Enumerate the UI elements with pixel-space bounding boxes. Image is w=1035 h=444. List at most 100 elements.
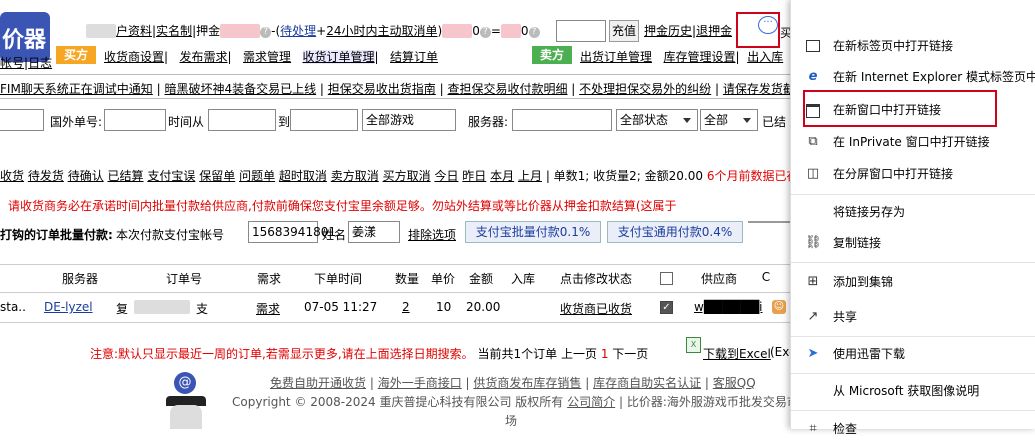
- extra-button[interactable]: [748, 221, 790, 223]
- realname-link[interactable]: 实名制: [156, 24, 192, 38]
- menu-inspect[interactable]: ⌗ 检查: [791, 414, 1035, 444]
- notice-link[interactable]: FIM聊天系统正在调试中通知: [0, 82, 153, 96]
- notice-link[interactable]: 暗黑破坏神4装备交易已上线: [164, 82, 316, 96]
- col-header: 供应商: [700, 272, 737, 286]
- tab-receive[interactable]: 收货: [0, 169, 24, 183]
- help-icon[interactable]: ?: [528, 27, 540, 38]
- nav-receive-orders[interactable]: 收货订单管理: [302, 50, 375, 64]
- notice-link[interactable]: 不处理担保交易外的纠纷: [579, 82, 711, 96]
- tab-pending-confirm[interactable]: 待确认: [68, 169, 104, 183]
- game-select[interactable]: 全部游戏: [362, 109, 456, 131]
- tab-yesterday[interactable]: 昨日: [462, 169, 486, 183]
- footer-links: 免费自助开通收货 | 海外一手商接口 | 供货商发布库存销售 | 库存商自助实名…: [270, 376, 756, 390]
- cell-time: 07-05 11:27: [304, 300, 378, 314]
- company-intro-link[interactable]: 公司简介: [567, 395, 615, 409]
- status-select[interactable]: 全部状态: [616, 109, 698, 131]
- col-header: 数量: [394, 272, 419, 286]
- seller-nav: 出货订单管理 库存管理设置| 出入库: [580, 50, 784, 64]
- next-page-link[interactable]: 下一页: [612, 347, 648, 361]
- notice-link[interactable]: 查担保交易收付款明细: [447, 82, 567, 96]
- menu-save-link-as[interactable]: 将链接另存为: [791, 197, 1035, 227]
- cell-status[interactable]: 收货商已收货: [560, 300, 632, 317]
- nav-stock-io[interactable]: 出入库: [747, 50, 783, 64]
- notice-link[interactable]: 担保交易收出货指南: [328, 82, 436, 96]
- charge-button[interactable]: 充值: [609, 20, 639, 42]
- tab-pending-ship[interactable]: 待发货: [28, 169, 64, 183]
- nav-receiver-settings[interactable]: 收货商设置: [104, 50, 164, 64]
- name-input[interactable]: 姜漾: [348, 221, 400, 243]
- deposit-history-link[interactable]: 押金历史: [644, 24, 692, 38]
- footer-link[interactable]: 客服QQ: [713, 376, 756, 390]
- tab-timeout-cancel[interactable]: 超时取消: [279, 169, 327, 183]
- menu-copy-link[interactable]: ⛓ 复制链接: [791, 228, 1035, 258]
- menu-open-split-screen[interactable]: ◫ 在分屏窗口中打开链接: [791, 159, 1035, 189]
- time-from-input[interactable]: [208, 109, 276, 131]
- nav-log[interactable]: 日志: [28, 56, 52, 70]
- cell-order-no[interactable]: ██████: [134, 300, 190, 314]
- pay-account-label: 本次付款支付宝帐号: [116, 228, 225, 242]
- menu-open-ie-mode[interactable]: e 在新 Internet Explorer 模式标签页中打: [791, 62, 1035, 92]
- footer-link[interactable]: 供货商发布库存销售: [473, 376, 581, 390]
- pending-link[interactable]: 待处理: [280, 24, 316, 38]
- chat-person-icon[interactable]: ☺: [772, 300, 786, 314]
- prev-page-link[interactable]: 上一页: [561, 347, 597, 361]
- time-to-input[interactable]: [290, 109, 358, 131]
- nav-stock-settings[interactable]: 库存管理设置: [663, 50, 735, 64]
- export-excel-link[interactable]: 下载到Excel: [703, 345, 771, 362]
- notice-link[interactable]: 请保存发货截: [723, 82, 790, 96]
- help-icon[interactable]: ?: [260, 27, 272, 38]
- deposit-value: ████: [220, 24, 261, 38]
- tab-reserved[interactable]: 保留单: [199, 169, 235, 183]
- menu-xunlei-download[interactable]: ➤ 使用迅雷下载: [791, 339, 1035, 369]
- inspect-icon: ⌗: [809, 421, 817, 436]
- tab-alipay-error[interactable]: 支付宝误: [147, 169, 195, 183]
- footer-link[interactable]: 海外一手商接口: [378, 376, 462, 390]
- menu-add-to-collections[interactable]: ⊞ 添加到集锦: [791, 267, 1035, 297]
- col-header: 服务器: [61, 272, 98, 286]
- row-checkbox[interactable]: ✓: [660, 301, 673, 314]
- cell-demand[interactable]: 需求: [256, 300, 280, 317]
- alipay-batch-button[interactable]: 支付宝批量付款0.1%: [465, 221, 601, 243]
- select-all-checkbox[interactable]: [660, 272, 673, 285]
- menu-open-inprivate[interactable]: ⧉ 在 InPrivate 窗口中打开链接: [791, 127, 1035, 157]
- collections-icon: ⊞: [807, 274, 819, 289]
- nav-post-demand[interactable]: 发布需求: [180, 50, 228, 64]
- xunlei-icon: ➤: [807, 346, 819, 361]
- alipay-general-button[interactable]: 支付宝通用付款0.4%: [607, 221, 743, 243]
- charge-amount-input[interactable]: [556, 20, 606, 42]
- cell-qty[interactable]: 2: [402, 300, 410, 314]
- footer-link[interactable]: 免费自助开通收货: [270, 376, 366, 390]
- footer-link[interactable]: 库存商自助实名认证: [593, 376, 701, 390]
- account-masked: ██████: [86, 24, 116, 38]
- all-select[interactable]: 全部: [700, 109, 758, 131]
- tab-last-month[interactable]: 上月: [518, 169, 542, 183]
- pay-account-input[interactable]: 15683941801: [248, 221, 336, 243]
- withdraw-deposit-link[interactable]: 退押金: [696, 24, 732, 38]
- cell-server[interactable]: DE-lyzel: [44, 300, 93, 314]
- tab-today[interactable]: 今日: [434, 169, 458, 183]
- cell-supplier[interactable]: w██████i: [694, 300, 763, 314]
- footer-tail: 比价器:海外服游戏币批发交易市: [626, 395, 799, 409]
- tab-this-month[interactable]: 本月: [490, 169, 514, 183]
- keyword-input[interactable]: [0, 109, 44, 131]
- chat-icon[interactable]: ···: [758, 16, 778, 34]
- col-header: 单价: [430, 272, 455, 286]
- sort-option-link[interactable]: 排除选项: [408, 226, 456, 243]
- profile-link[interactable]: 户资料: [116, 24, 152, 38]
- tab-problem[interactable]: 问题单: [239, 169, 275, 183]
- menu-open-new-tab[interactable]: 在新标签页中打开链接: [791, 31, 1035, 61]
- nav-ship-orders[interactable]: 出货订单管理: [580, 50, 652, 64]
- tab-seller-cancel[interactable]: 卖方取消: [331, 169, 379, 183]
- menu-image-description[interactable]: 从 Microsoft 获取图像说明: [791, 376, 1035, 406]
- tab-settled[interactable]: 已结算: [108, 169, 144, 183]
- help-icon[interactable]: ?: [479, 27, 491, 38]
- tab-buyer-cancel[interactable]: 买方取消: [383, 169, 431, 183]
- cancel24-link[interactable]: 24小时内主动取消单: [326, 24, 437, 38]
- nav-demand-manage[interactable]: 需求管理: [243, 50, 291, 64]
- foreign-order-input[interactable]: [104, 109, 166, 131]
- menu-share[interactable]: ↗ 共享: [791, 302, 1035, 332]
- nav-settle-orders[interactable]: 结算订单: [390, 50, 438, 64]
- seller-tag: 卖方: [532, 46, 573, 64]
- server-input[interactable]: [512, 109, 612, 131]
- nav-account[interactable]: 帐号: [0, 56, 24, 70]
